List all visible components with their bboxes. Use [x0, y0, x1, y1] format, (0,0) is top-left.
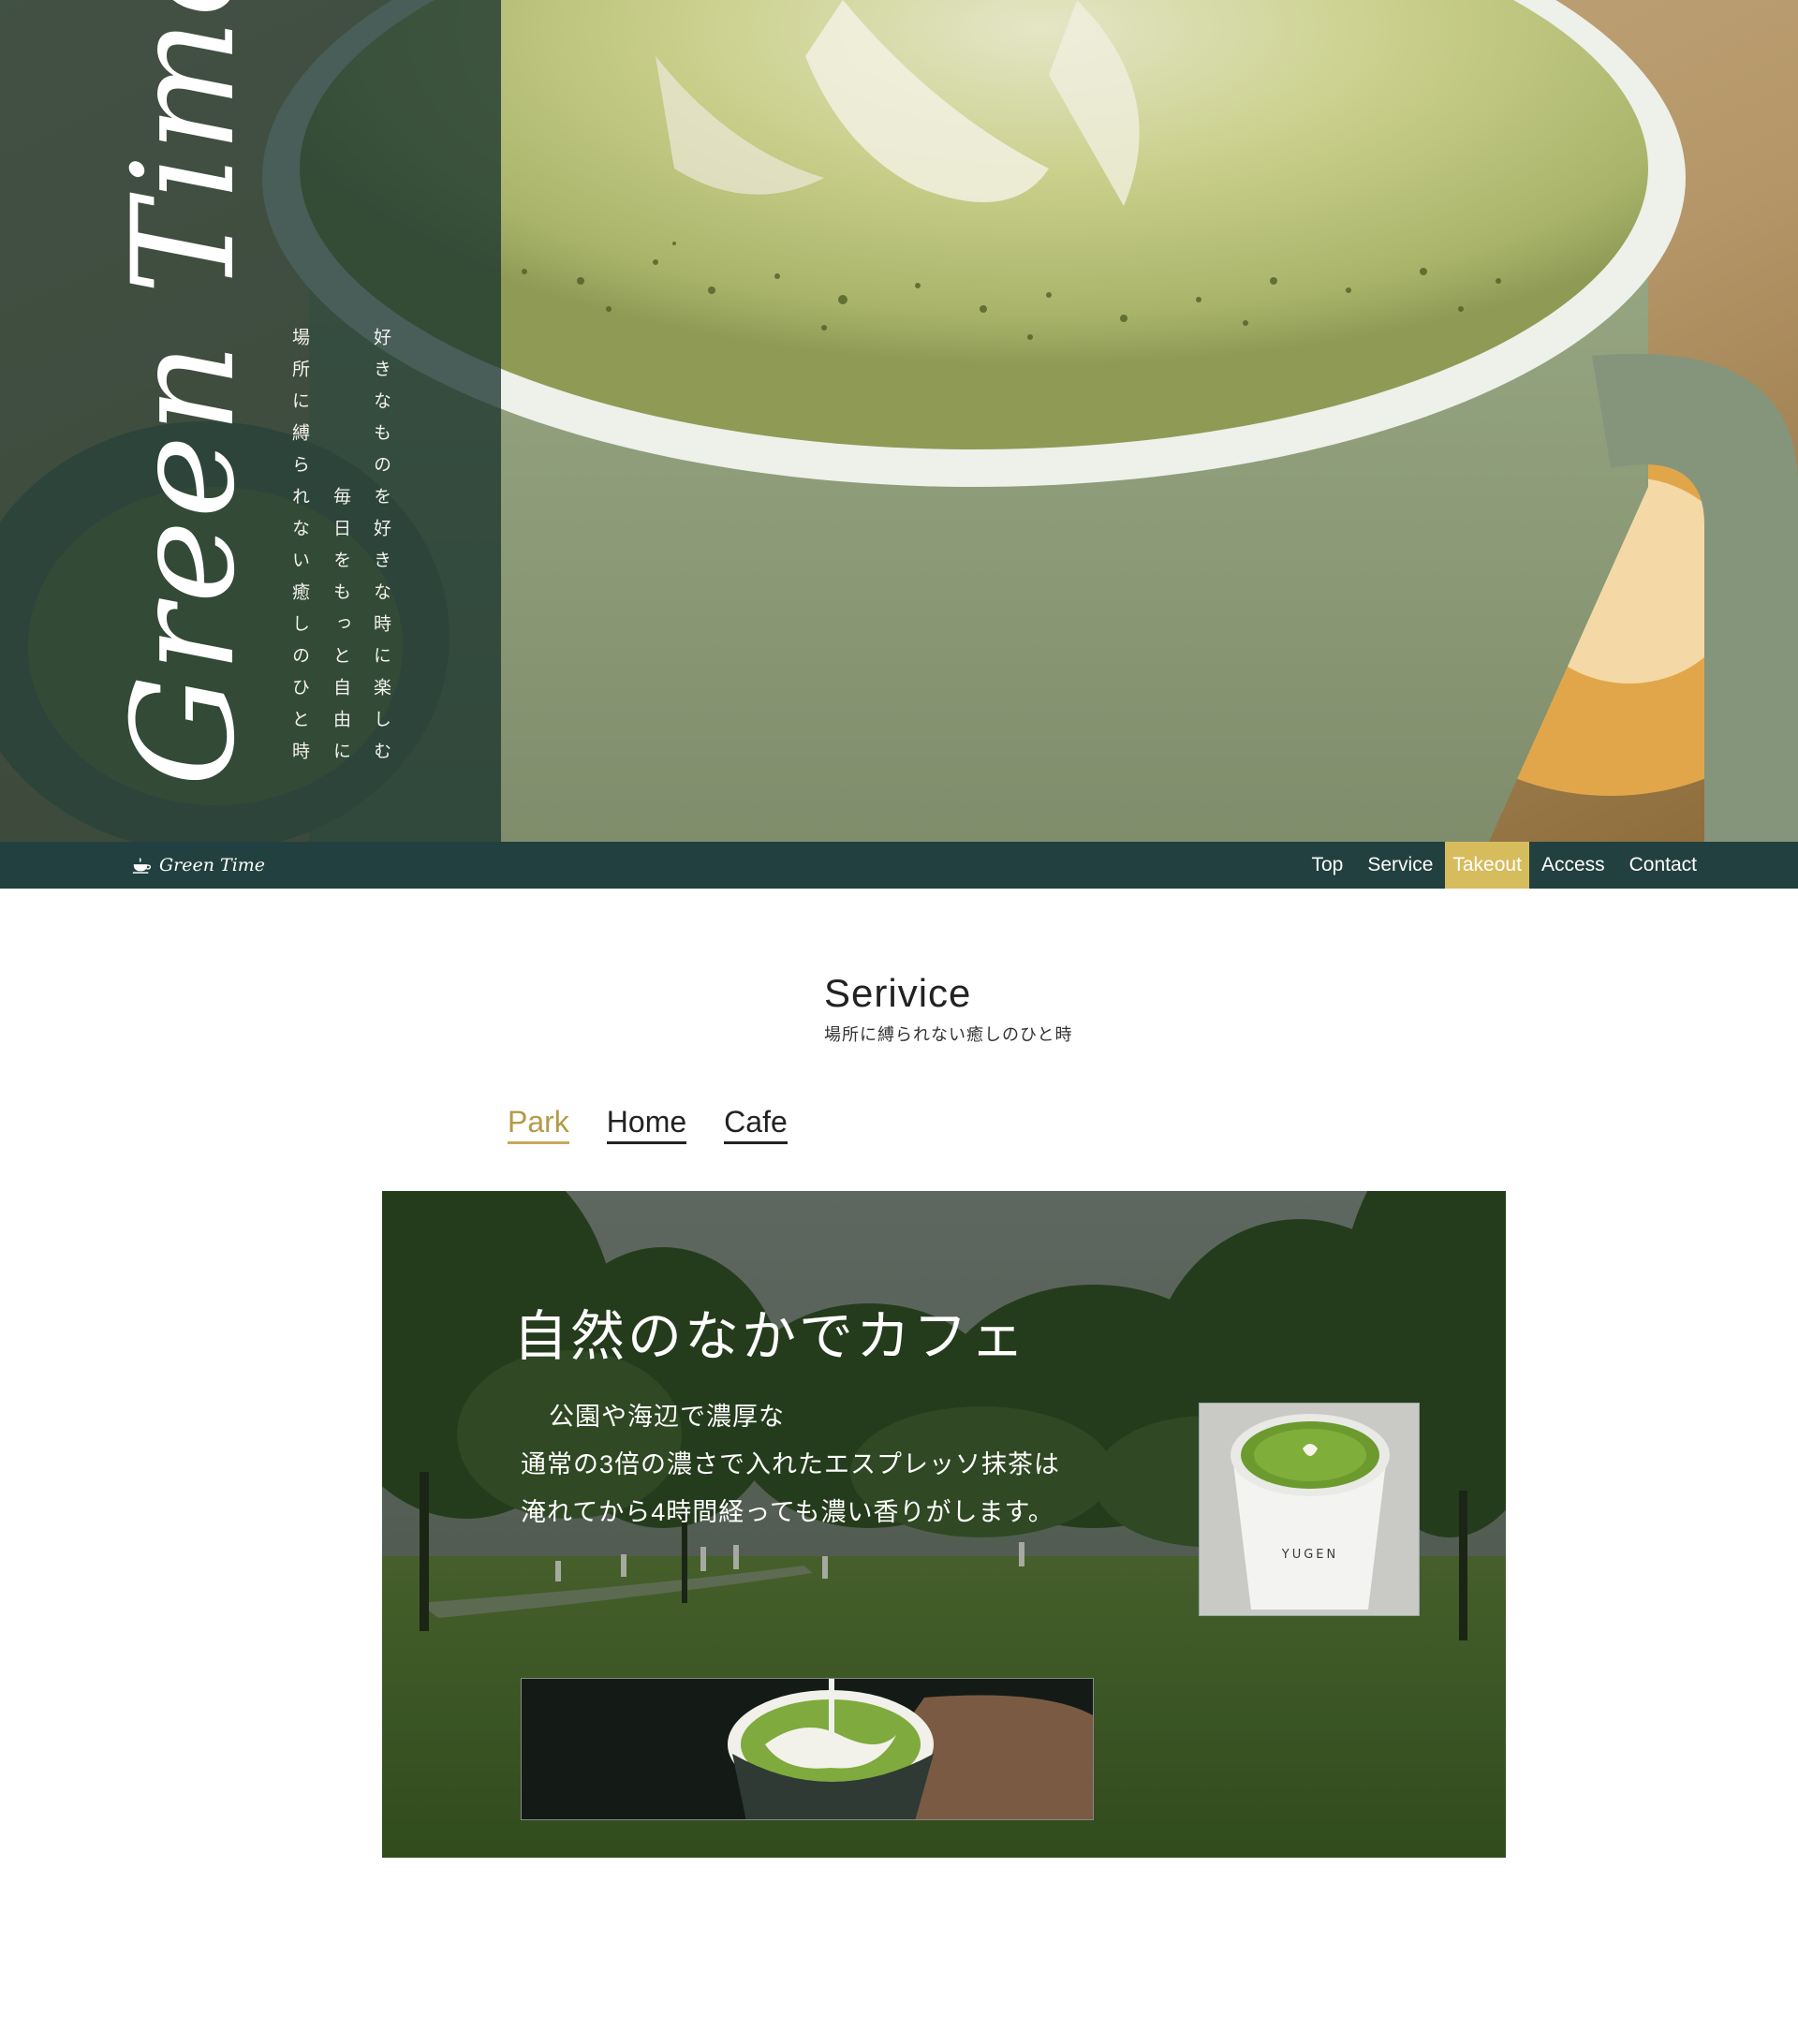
nav-item-access[interactable]: Access — [1529, 842, 1617, 889]
hero-title: Green Time — [103, 0, 266, 787]
takeout-cup-image: YUGEN — [1200, 1404, 1419, 1615]
nav-item-top[interactable]: Top — [1299, 842, 1355, 889]
panel-line-3: 淹れてから4時間経っても濃い香りがします。 — [521, 1498, 1054, 1526]
cup-logo-text: YUGEN — [1281, 1548, 1338, 1562]
nav-menu: Top Service Takeout Access Contact — [1299, 842, 1798, 889]
nav-item-service[interactable]: Service — [1355, 842, 1445, 889]
latte-pour-photo — [521, 1678, 1094, 1820]
tab-home[interactable]: Home — [606, 1105, 687, 1144]
panel-line-2: 通常の3倍の濃さで入れたエスプレッソ抹茶は — [521, 1450, 1061, 1478]
panel-line-1: 公園や海辺で濃厚な — [549, 1403, 785, 1431]
panel-description: 公園や海辺で濃厚な 通常の3倍の濃さで入れたエスプレッソ抹茶は 淹れてから4時間… — [521, 1393, 1060, 1537]
tab-park[interactable]: Park — [508, 1105, 569, 1144]
nav-item-contact[interactable]: Contact — [1617, 842, 1709, 889]
hero-section: Green Time 好きなものを好きな時に楽しむ 毎日をもっと自由に 場所に縛… — [0, 0, 1798, 842]
service-subtitle: 場所に縛られない癒しのひと時 — [824, 1025, 1073, 1044]
hero-copy-line-3: 場所に縛られない癒しのひと時 — [289, 328, 310, 773]
main-navbar: Green Time Top Service Takeout Access Co… — [0, 842, 1798, 889]
tab-cafe[interactable]: Cafe — [724, 1105, 788, 1144]
service-header: Serivice 場所に縛られない癒しのひと時 — [824, 971, 1072, 1046]
panel-heading: 自然のなかでカフェ — [513, 1306, 1028, 1367]
latte-pour-image — [522, 1679, 1093, 1819]
service-tabs: Park Home Cafe — [508, 1105, 788, 1144]
coffee-cup-icon — [132, 858, 152, 874]
takeout-cup-photo: YUGEN — [1199, 1403, 1420, 1616]
brand-name: Green Time — [159, 855, 266, 875]
hero-copy-line-2: 毎日をもっと自由に — [331, 487, 351, 773]
park-panel: 自然のなかでカフェ 公園や海辺で濃厚な 通常の3倍の濃さで入れたエスプレッソ抹茶… — [382, 1191, 1506, 1858]
brand-link[interactable]: Green Time — [131, 842, 265, 889]
nav-item-takeout[interactable]: Takeout — [1445, 842, 1529, 889]
hero-copy-line-1: 好きなものを好きな時に楽しむ — [371, 328, 391, 773]
service-title: Serivice — [824, 971, 972, 1015]
